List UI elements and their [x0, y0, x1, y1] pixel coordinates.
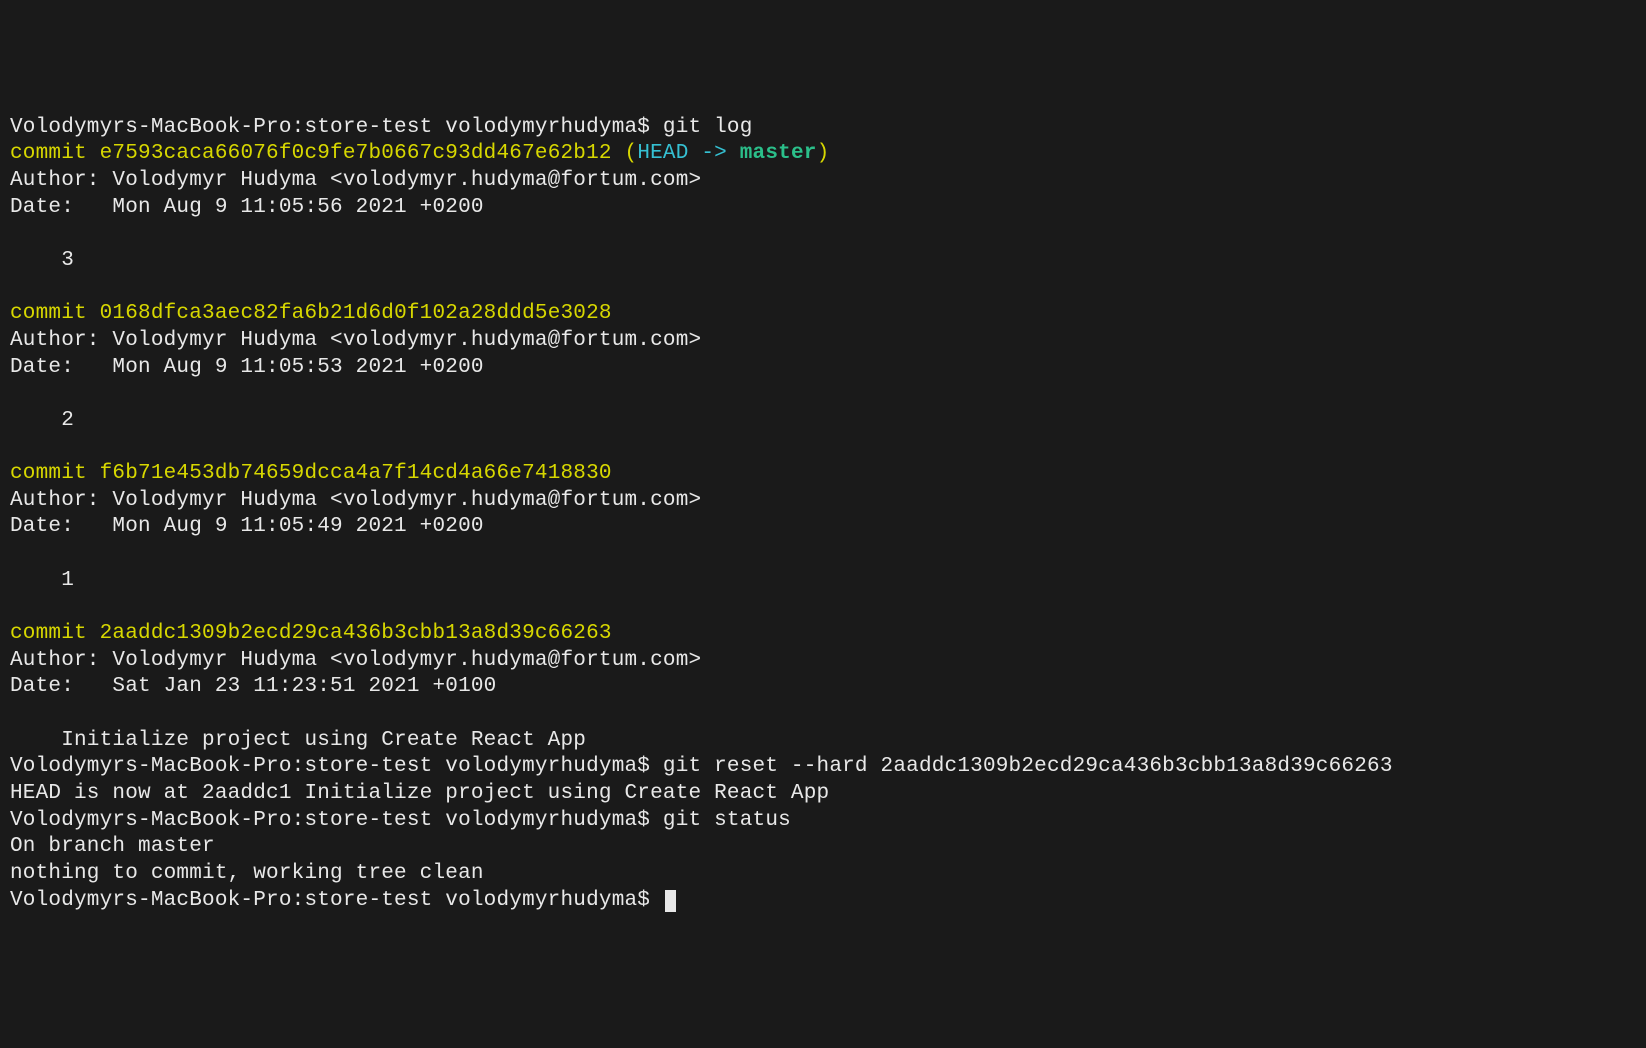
commit-line: commit f6b71e453db74659dcca4a7f14cd4a66e…: [10, 462, 612, 485]
commit-message: Initialize project using Create React Ap…: [10, 729, 586, 752]
prompt: Volodymyrs-MacBook-Pro:store-test volody…: [10, 116, 663, 139]
ref-head: HEAD ->: [637, 142, 739, 165]
author-line: Author: Volodymyr Hudyma <volodymyr.hudy…: [10, 489, 701, 512]
ref-branch: master: [740, 142, 817, 165]
terminal-output[interactable]: Volodymyrs-MacBook-Pro:store-test volody…: [10, 115, 1636, 915]
date-line: Date: Mon Aug 9 11:05:49 2021 +0200: [10, 515, 484, 538]
command-git-status: git status: [663, 809, 791, 832]
date-line: Date: Mon Aug 9 11:05:56 2021 +0200: [10, 196, 484, 219]
commit-message: 1: [10, 569, 74, 592]
command-git-reset: git reset --hard 2aaddc1309b2ecd29ca436b…: [663, 755, 1393, 778]
status-line: nothing to commit, working tree clean: [10, 862, 484, 885]
prompt: Volodymyrs-MacBook-Pro:store-test volody…: [10, 809, 663, 832]
status-line: On branch master: [10, 835, 215, 858]
author-line: Author: Volodymyr Hudyma <volodymyr.hudy…: [10, 329, 701, 352]
author-line: Author: Volodymyr Hudyma <volodymyr.hudy…: [10, 169, 701, 192]
date-line: Date: Sat Jan 23 11:23:51 2021 +0100: [10, 675, 496, 698]
ref-open: (: [612, 142, 638, 165]
cursor-icon: [665, 890, 677, 912]
prompt: Volodymyrs-MacBook-Pro:store-test volody…: [10, 889, 663, 912]
commit-line: commit 0168dfca3aec82fa6b21d6d0f102a28dd…: [10, 302, 612, 325]
reset-output: HEAD is now at 2aaddc1 Initialize projec…: [10, 782, 829, 805]
prompt: Volodymyrs-MacBook-Pro:store-test volody…: [10, 755, 663, 778]
author-line: Author: Volodymyr Hudyma <volodymyr.hudy…: [10, 649, 701, 672]
ref-close: ): [817, 142, 830, 165]
commit-message: 2: [10, 409, 74, 432]
commit-line: commit e7593caca66076f0c9fe7b0667c93dd46…: [10, 142, 612, 165]
command-git-log: git log: [663, 116, 753, 139]
commit-message: 3: [10, 249, 74, 272]
commit-line: commit 2aaddc1309b2ecd29ca436b3cbb13a8d3…: [10, 622, 612, 645]
date-line: Date: Mon Aug 9 11:05:53 2021 +0200: [10, 356, 484, 379]
